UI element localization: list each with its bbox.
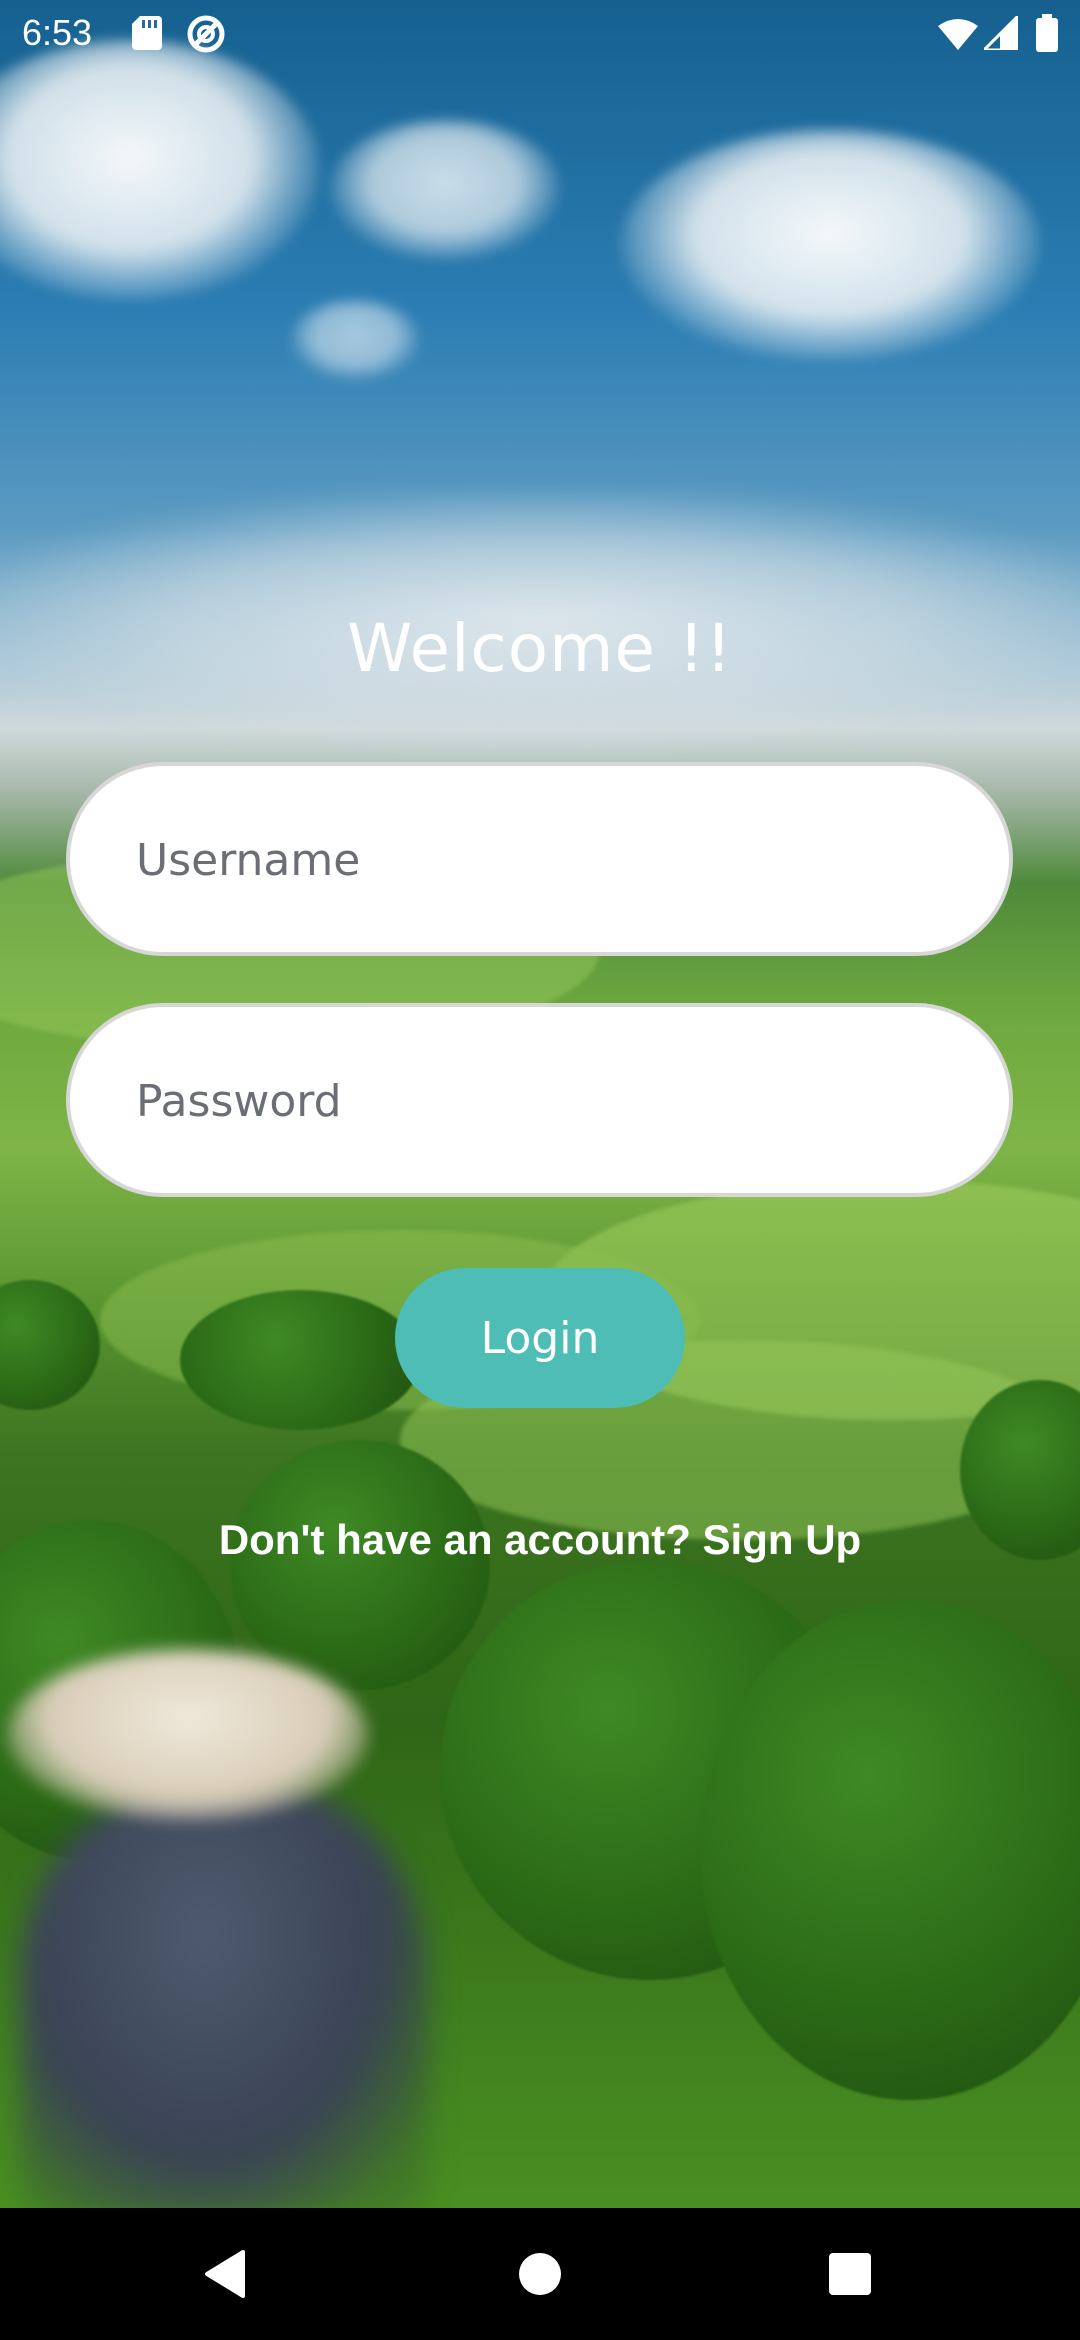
straw-hat (8, 1650, 368, 1820)
status-bar: 6:53 (0, 0, 1080, 66)
username-input[interactable] (134, 766, 938, 954)
recents-button[interactable] (770, 2208, 930, 2340)
wifi-icon (938, 18, 978, 55)
home-icon (519, 2253, 561, 2295)
back-icon (205, 2250, 245, 2298)
welcome-title: Welcome !! (347, 610, 733, 687)
username-field[interactable] (66, 762, 1013, 956)
login-button[interactable]: Login (395, 1268, 685, 1408)
status-time: 6:53 (22, 12, 93, 53)
password-field[interactable] (66, 1003, 1013, 1197)
recents-icon (829, 2253, 871, 2295)
navigation-bar (0, 2208, 1080, 2340)
do-not-disturb-icon (186, 14, 226, 59)
signup-link[interactable]: Don't have an account? Sign Up (0, 1516, 1080, 1564)
sd-card-icon (132, 16, 162, 55)
password-input[interactable] (134, 1007, 938, 1195)
battery-icon (1036, 14, 1058, 57)
cell-signal-icon (980, 12, 1020, 55)
home-button[interactable] (460, 2208, 620, 2340)
person-figure (20, 1780, 430, 2208)
back-button[interactable] (145, 2208, 305, 2340)
